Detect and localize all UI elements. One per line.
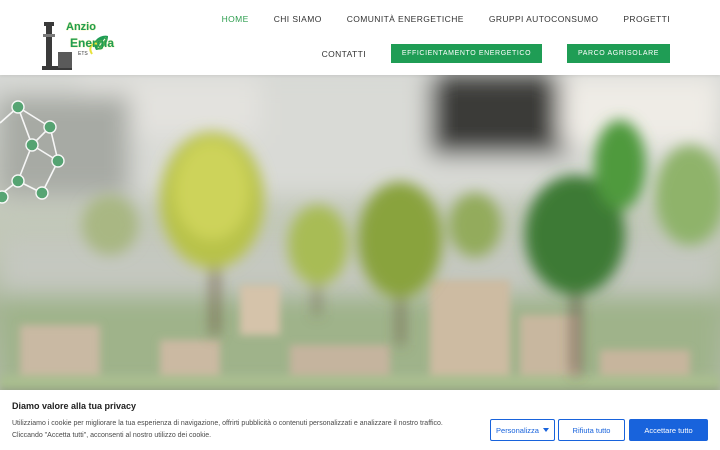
caret-down-icon <box>542 428 549 432</box>
blurred-city-model-with-trees <box>0 75 720 390</box>
site-header: Anzio Energia ETS HOME CHI SIAMO COMUNIT… <box>0 0 720 75</box>
nav-progetti[interactable]: PROGETTI <box>623 14 670 24</box>
nav-chi-siamo[interactable]: CHI SIAMO <box>274 14 322 24</box>
nav-comunita-energetiche[interactable]: COMUNITÀ ENERGETICHE <box>347 14 464 24</box>
cookie-title: Diamo valore alla tua privacy <box>12 401 137 411</box>
hero-image <box>0 75 720 390</box>
secondary-navigation: CONTATTI EFFICIENTAMENTO ENERGETICO PARC… <box>322 44 670 63</box>
cookie-description: Utilizziamo i cookie per migliorare la t… <box>12 420 443 439</box>
accept-all-button[interactable]: Accettare tutto <box>629 419 708 441</box>
main-navigation: HOME CHI SIAMO COMUNITÀ ENERGETICHE GRUP… <box>222 14 670 24</box>
logo-line2: Energia <box>70 36 115 50</box>
customize-cookies-label: Personalizza <box>496 425 539 435</box>
nav-efficientamento-button[interactable]: EFFICIENTAMENTO ENERGETICO <box>391 44 542 63</box>
nav-home[interactable]: HOME <box>222 14 249 24</box>
logo-line1: Anzio <box>66 21 96 33</box>
nav-contatti[interactable]: CONTATTI <box>322 49 366 59</box>
site-logo[interactable]: Anzio Energia ETS <box>40 4 115 72</box>
logo-line3: ETS <box>78 51 88 57</box>
reject-all-button[interactable]: Rifiuta tutto <box>558 419 625 441</box>
nav-parco-agrisolare-button[interactable]: PARCO AGRISOLARE <box>567 44 670 63</box>
nav-gruppi-autoconsumo[interactable]: GRUPPI AUTOCONSUMO <box>489 14 599 24</box>
customize-cookies-button[interactable]: Personalizza <box>490 419 555 441</box>
